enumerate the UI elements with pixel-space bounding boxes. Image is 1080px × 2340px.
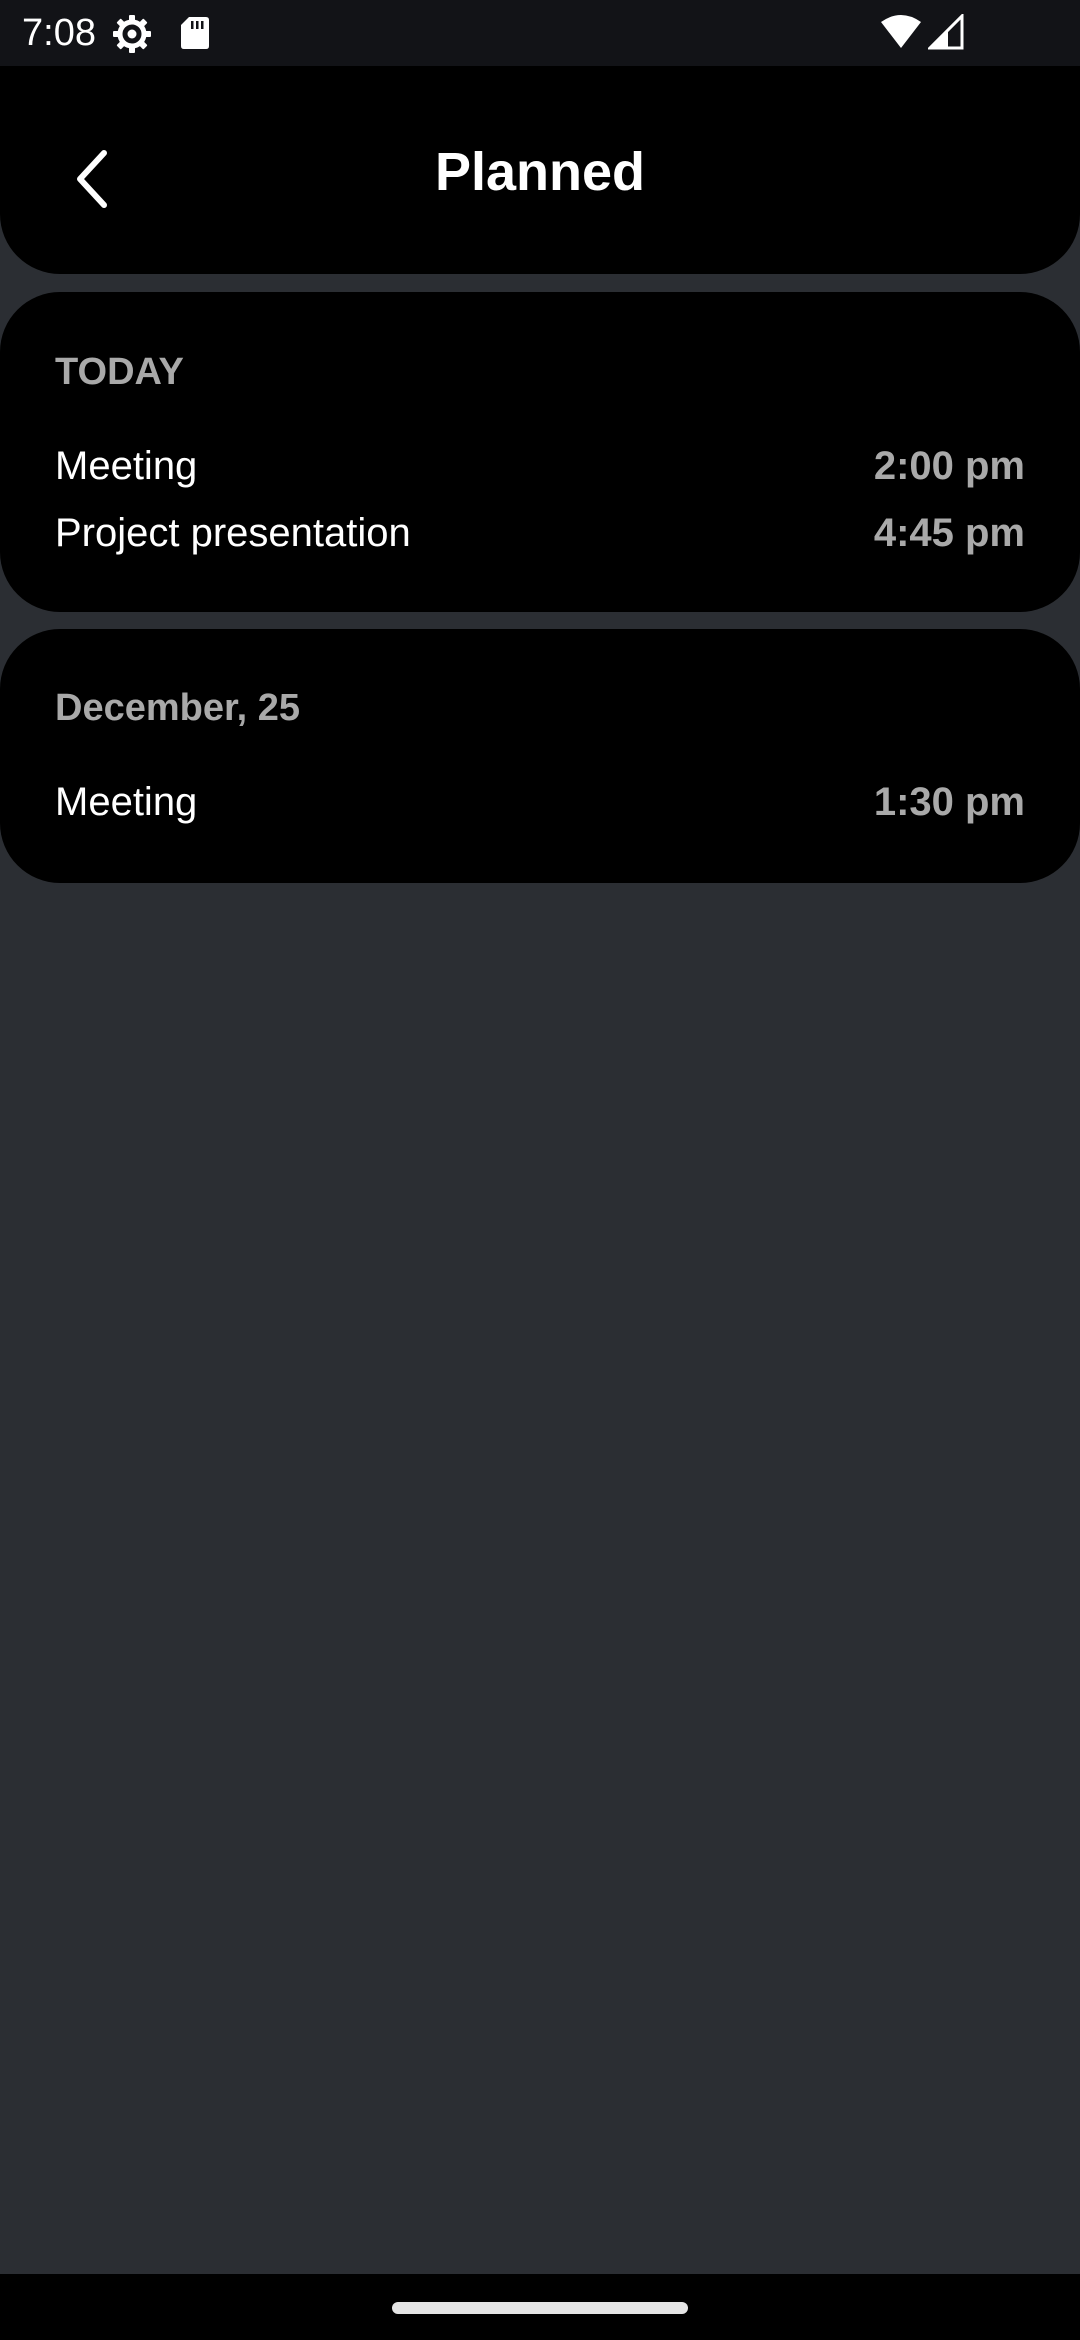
event-title: Project presentation bbox=[55, 511, 411, 555]
event-item[interactable]: Meeting 2:00 pm bbox=[55, 438, 1025, 494]
event-time: 1:30 pm bbox=[873, 780, 1025, 824]
event-item[interactable]: Project presentation 4:45 pm bbox=[55, 505, 1025, 561]
app-header: Planned bbox=[0, 66, 1080, 274]
settings-gear-icon bbox=[113, 15, 151, 53]
wifi-icon bbox=[881, 15, 921, 48]
event-title: Meeting bbox=[55, 780, 198, 824]
sd-card-icon bbox=[181, 17, 209, 49]
section-card-december-25: December, 25 Meeting 1:30 pm bbox=[0, 629, 1080, 883]
cell-signal-icon bbox=[928, 14, 964, 50]
page-title: Planned bbox=[434, 142, 646, 202]
event-time: 4:45 pm bbox=[873, 511, 1025, 555]
home-indicator[interactable] bbox=[392, 2302, 688, 2314]
status-bar: 7:08 bbox=[0, 0, 1080, 66]
section-card-today: TODAY Meeting 2:00 pm Project presentati… bbox=[0, 292, 1080, 612]
event-title: Meeting bbox=[55, 444, 198, 488]
event-time: 2:00 pm bbox=[873, 444, 1025, 488]
navigation-bar bbox=[0, 2274, 1080, 2340]
status-time: 7:08 bbox=[22, 12, 96, 54]
section-header: December, 25 bbox=[55, 687, 301, 729]
section-header: TODAY bbox=[55, 351, 184, 393]
event-item[interactable]: Meeting 1:30 pm bbox=[55, 774, 1025, 830]
